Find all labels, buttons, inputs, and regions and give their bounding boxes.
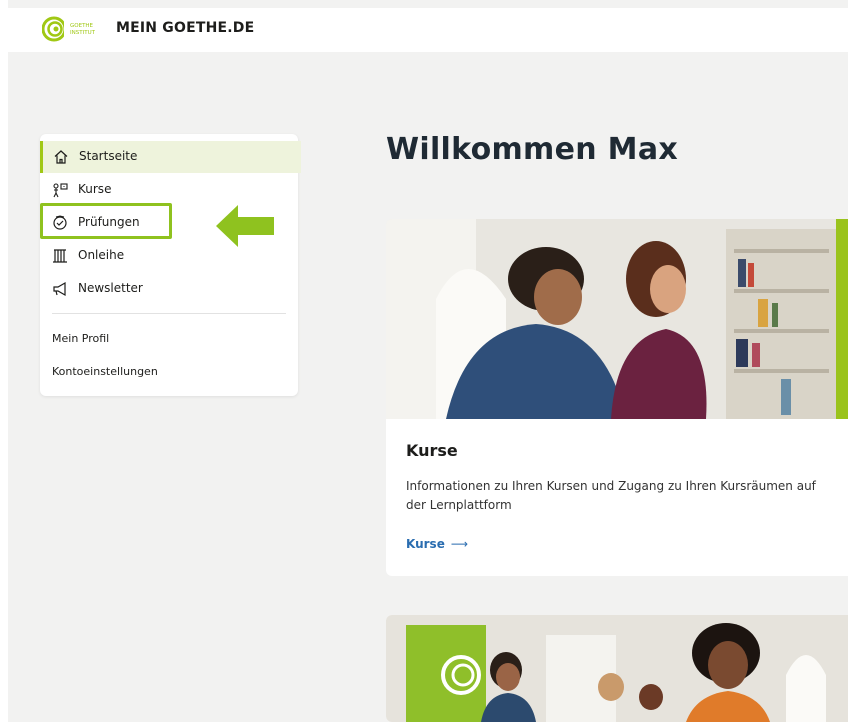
card-kurse: Kurse Informationen zu Ihren Kursen und … <box>386 219 848 576</box>
arrow-right-icon: ⟶ <box>450 537 469 551</box>
library-icon <box>53 249 67 263</box>
home-icon <box>54 150 68 164</box>
page-title: Willkommen Max <box>386 132 679 167</box>
sidebar-item-label: Newsletter <box>78 281 143 295</box>
pruefungen-highlight-box <box>40 203 172 239</box>
sidebar-item-label: Startseite <box>79 149 138 163</box>
account-settings-link[interactable]: Kontoeinstellungen <box>52 365 158 378</box>
sidebar-item-label: Onleihe <box>78 248 125 262</box>
courses-icon <box>53 183 68 198</box>
page-edge <box>0 0 8 722</box>
top-bar: GOETHE INSTITUT MEIN GOETHE.DE <box>8 8 848 52</box>
logo-text-top: GOETHE <box>70 23 94 29</box>
sidebar-item-kurse[interactable]: Kurse <box>40 174 298 206</box>
card-description: Informationen zu Ihren Kursen und Zugang… <box>406 479 816 512</box>
sidebar-item-label: Kurse <box>78 182 112 196</box>
sidebar-divider <box>52 313 286 314</box>
card-image-group <box>386 615 848 722</box>
card-title: Kurse <box>406 441 458 460</box>
megaphone-icon <box>53 281 66 297</box>
sidebar: Startseite Kurse Prüfungen Onleihe Newsl… <box>40 134 301 396</box>
profile-link[interactable]: Mein Profil <box>52 332 109 345</box>
sidebar-item-startseite[interactable]: Startseite <box>40 141 301 173</box>
card-link-label: Kurse <box>406 537 445 551</box>
logo-text-bottom: INSTITUT <box>70 30 96 36</box>
sidebar-item-newsletter[interactable]: Newsletter <box>40 273 298 305</box>
card-link-kurse[interactable]: Kurse ⟶ <box>406 537 468 551</box>
card-secondary <box>386 615 848 722</box>
site-title[interactable]: MEIN GOETHE.DE <box>116 20 254 36</box>
card-image-students <box>386 219 848 419</box>
arrow-left-icon <box>216 205 274 247</box>
goethe-logo[interactable]: GOETHE INSTITUT <box>42 15 110 43</box>
